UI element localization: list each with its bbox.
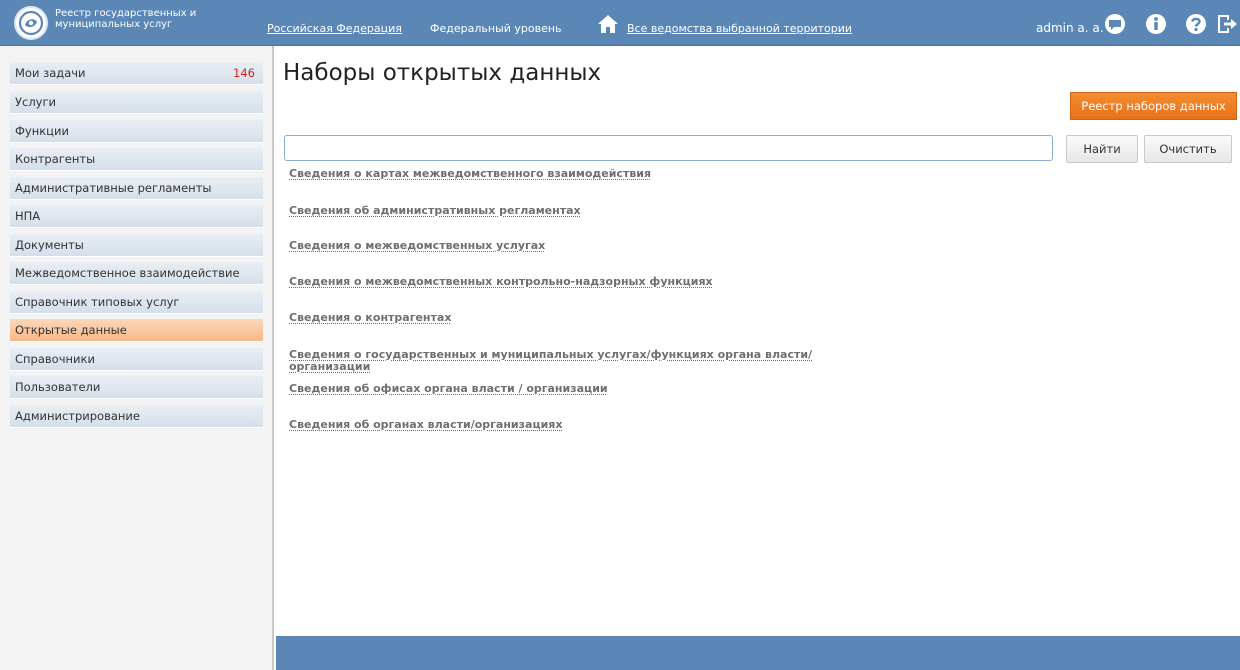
clear-button[interactable]: Очистить: [1144, 135, 1232, 163]
sidebar-item-label: Функции: [15, 124, 69, 138]
sidebar-item-contractors[interactable]: Контрагенты: [10, 148, 263, 171]
footer-bar: [276, 636, 1240, 670]
sidebar-item-label: Справочники: [15, 352, 95, 366]
help-icon[interactable]: [1185, 13, 1207, 35]
page-title: Наборы открытых данных: [283, 60, 602, 86]
sidebar-item-label: Административные регламенты: [15, 181, 212, 195]
home-icon[interactable]: [597, 14, 619, 34]
sidebar-item-administration[interactable]: Администрирование: [10, 405, 263, 428]
dataset-link[interactable]: Сведения о межведомственных услугах: [289, 240, 829, 252]
info-icon[interactable]: [1145, 13, 1167, 35]
dataset-link[interactable]: Сведения о контрагентах: [289, 312, 829, 324]
top-header: Реестр государственных и муниципальных у…: [0, 0, 1240, 46]
sidebar-item-services[interactable]: Услуги: [10, 91, 263, 114]
level-label[interactable]: Федеральный уровень: [430, 22, 562, 35]
dataset-link[interactable]: Сведения об органах власти/организациях: [289, 419, 829, 431]
region-link[interactable]: Российская Федерация: [267, 22, 402, 35]
dataset-link[interactable]: Сведения о картах межведомственного взаи…: [289, 168, 829, 180]
chat-icon[interactable]: [1104, 13, 1126, 35]
search-input[interactable]: [284, 135, 1053, 161]
user-name[interactable]: admin a. a.: [1036, 21, 1104, 35]
sidebar-item-open-data[interactable]: Открытые данные: [10, 319, 263, 342]
logout-icon[interactable]: [1216, 13, 1238, 35]
sidebar-item-label: Администрирование: [15, 409, 140, 423]
sidebar-item-reference-books[interactable]: Справочники: [10, 348, 263, 371]
sidebar-item-my-tasks[interactable]: Мои задачи 146: [10, 62, 263, 85]
departments-link[interactable]: Все ведомства выбранной территории: [627, 22, 852, 35]
sidebar-item-label: Документы: [15, 238, 84, 252]
sidebar-item-label: Услуги: [15, 95, 57, 109]
sidebar-item-interagency[interactable]: Межведомственное взаимодействие: [10, 262, 263, 285]
logo-icon[interactable]: [14, 6, 48, 40]
tasks-count-badge: 146: [233, 66, 255, 80]
sidebar-item-functions[interactable]: Функции: [10, 120, 263, 143]
datasets-registry-button[interactable]: Реестр наборов данных: [1070, 92, 1237, 120]
sidebar-item-label: Пользователи: [15, 380, 101, 394]
dataset-link[interactable]: Сведения об офисах органа власти / орган…: [289, 383, 829, 395]
dataset-link[interactable]: Сведения об административных регламентах: [289, 205, 829, 217]
dataset-link[interactable]: Сведения о государственных и муниципальн…: [289, 349, 829, 373]
sidebar-item-documents[interactable]: Документы: [10, 234, 263, 257]
sidebar-item-label: Справочник типовых услуг: [15, 295, 180, 309]
sidebar-item-label: Мои задачи: [15, 66, 86, 80]
sidebar-item-npa[interactable]: НПА: [10, 205, 263, 228]
dataset-link[interactable]: Сведения о межведомственных контрольно-н…: [289, 276, 829, 288]
logo-text[interactable]: Реестр государственных и муниципальных у…: [55, 8, 235, 30]
sidebar-item-regulations[interactable]: Административные регламенты: [10, 177, 263, 200]
sidebar: Мои задачи 146 Услуги Функции Контрагент…: [0, 46, 274, 670]
sidebar-item-typical-services[interactable]: Справочник типовых услуг: [10, 291, 263, 314]
find-button[interactable]: Найти: [1066, 135, 1138, 163]
sidebar-item-label: Контрагенты: [15, 152, 96, 166]
sidebar-item-label: Межведомственное взаимодействие: [15, 266, 240, 280]
sidebar-item-users[interactable]: Пользователи: [10, 376, 263, 399]
sidebar-item-label: Открытые данные: [15, 323, 127, 337]
sidebar-item-label: НПА: [15, 209, 41, 223]
